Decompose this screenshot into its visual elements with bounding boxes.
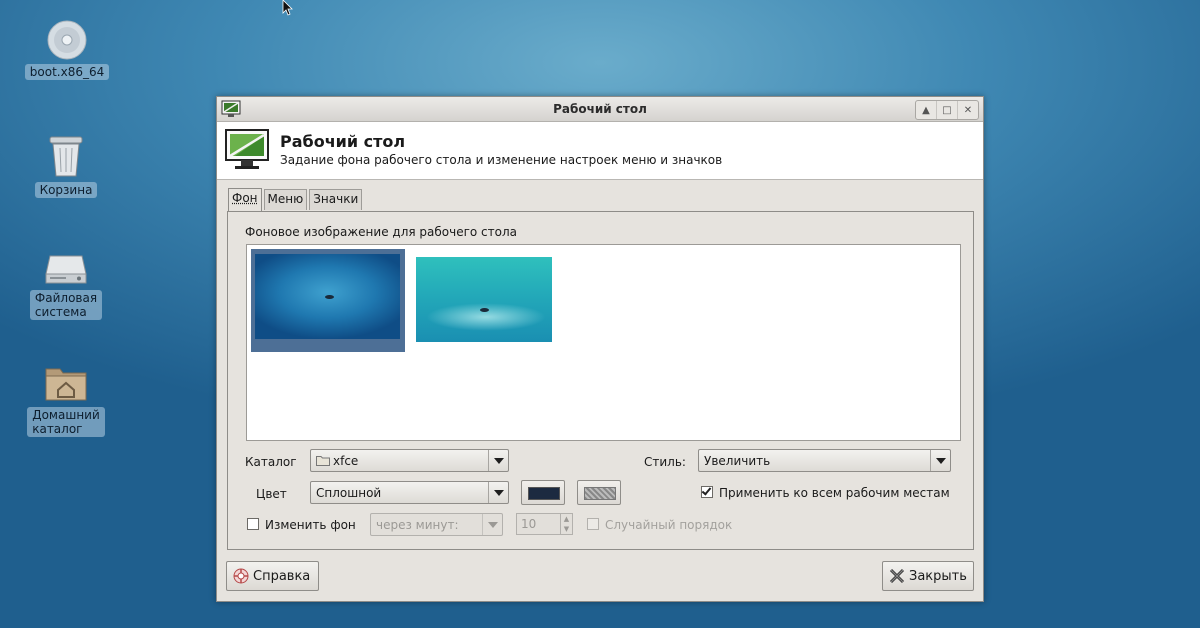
interval-unit-value: через минут: <box>376 517 459 532</box>
tab-label: Значки <box>313 192 359 206</box>
header-title: Рабочий стол <box>280 132 406 151</box>
style-select[interactable]: Увеличить <box>698 449 951 472</box>
close-button[interactable]: Закрыть <box>882 561 974 591</box>
apply-all-checkbox[interactable]: Применить ко всем рабочим местам <box>701 486 950 500</box>
disc-icon <box>47 20 87 60</box>
background-image-label: Фоновое изображение для рабочего стола <box>245 225 517 239</box>
change-bg-checkbox[interactable]: Изменить фон <box>247 518 356 532</box>
help-button[interactable]: Справка <box>226 561 319 591</box>
style-label: Стиль: <box>644 455 686 469</box>
checkbox-icon <box>587 518 599 530</box>
trash-icon <box>46 134 86 178</box>
desktop-icon-trash[interactable]: Корзина <box>21 134 111 198</box>
chevron-down-icon <box>482 514 502 535</box>
home-folder-icon <box>44 363 88 403</box>
primary-color-swatch <box>528 487 560 500</box>
checkbox-icon <box>247 518 259 530</box>
tab-bar: Фон Меню Значки <box>228 188 364 211</box>
dialog-header: Рабочий стол Задание фона рабочего стола… <box>217 122 983 180</box>
mouse-cursor-icon <box>282 0 294 19</box>
window-title: Рабочий стол <box>553 102 647 116</box>
help-button-label: Справка <box>253 568 311 584</box>
tab-icons[interactable]: Значки <box>309 189 363 210</box>
change-bg-label: Изменить фон <box>265 518 356 532</box>
desktop-settings-window: Рабочий стол ▲ □ ✕ Рабочий стол Задание … <box>216 96 984 602</box>
color-mode-value: Сплошной <box>316 485 382 500</box>
random-order-label: Случайный порядок <box>605 518 733 532</box>
tab-menu[interactable]: Меню <box>263 189 308 210</box>
interval-unit-select[interactable]: через минут: <box>370 513 503 536</box>
folder-value: xfce <box>333 453 359 468</box>
desktop-icon-label: boot.x86_64 <box>24 64 110 80</box>
apply-all-label: Применить ко всем рабочим местам <box>719 486 950 500</box>
desktop-settings-icon <box>225 129 269 174</box>
interval-spinner[interactable]: 10 ▲ ▼ <box>516 513 573 535</box>
folder-select[interactable]: xfce <box>310 449 509 472</box>
close-button-label: Закрыть <box>909 568 967 584</box>
folder-label: Каталог <box>245 455 297 469</box>
desktop-icon-label: Корзина <box>34 182 98 198</box>
wallpaper-thumb-selected[interactable] <box>251 249 405 352</box>
close-icon <box>889 568 905 584</box>
wallpaper-thumb[interactable] <box>416 257 552 342</box>
wallpaper-list[interactable] <box>246 244 961 441</box>
checkbox-checked-icon <box>701 486 713 498</box>
spinner-arrows-icon: ▲ ▼ <box>560 514 572 534</box>
header-subtitle: Задание фона рабочего стола и изменение … <box>280 153 723 167</box>
folder-icon <box>316 455 330 466</box>
chevron-down-icon <box>930 450 950 471</box>
help-icon <box>233 568 249 584</box>
tab-label: Фон <box>232 191 258 205</box>
desktop-icon-filesystem[interactable]: Файловая система <box>21 250 111 320</box>
mouse-logo-icon <box>325 295 334 299</box>
mouse-logo-icon <box>480 308 489 312</box>
desktop-icon-home[interactable]: Домашний каталог <box>21 363 111 437</box>
desktop-icon-label: Файловая система <box>29 290 103 320</box>
desktop-icon-boot[interactable]: boot.x86_64 <box>22 20 112 80</box>
wallpaper-preview <box>255 254 400 339</box>
tab-label: Меню <box>267 192 304 206</box>
tab-background[interactable]: Фон <box>228 188 262 211</box>
desktop-icon-label: Домашний каталог <box>27 407 105 437</box>
primary-color-button[interactable] <box>521 480 565 505</box>
color-label: Цвет <box>256 487 287 501</box>
color-mode-select[interactable]: Сплошной <box>310 481 509 504</box>
interval-value: 10 <box>521 517 537 531</box>
window-controls: ▲ □ ✕ <box>915 100 979 120</box>
minimize-button[interactable]: ▲ <box>916 101 936 119</box>
close-window-button[interactable]: ✕ <box>957 101 978 119</box>
chevron-down-icon <box>488 482 508 503</box>
random-order-checkbox[interactable]: Случайный порядок <box>587 518 732 532</box>
chevron-down-icon <box>488 450 508 471</box>
maximize-button[interactable]: □ <box>936 101 957 119</box>
secondary-color-button[interactable] <box>577 480 621 505</box>
secondary-color-swatch <box>584 487 616 500</box>
hard-drive-icon <box>44 250 88 286</box>
background-tab-panel: Фоновое изображение для рабочего стола К… <box>227 211 974 550</box>
style-value: Увеличить <box>704 453 771 468</box>
window-titlebar[interactable]: Рабочий стол ▲ □ ✕ <box>217 97 983 122</box>
